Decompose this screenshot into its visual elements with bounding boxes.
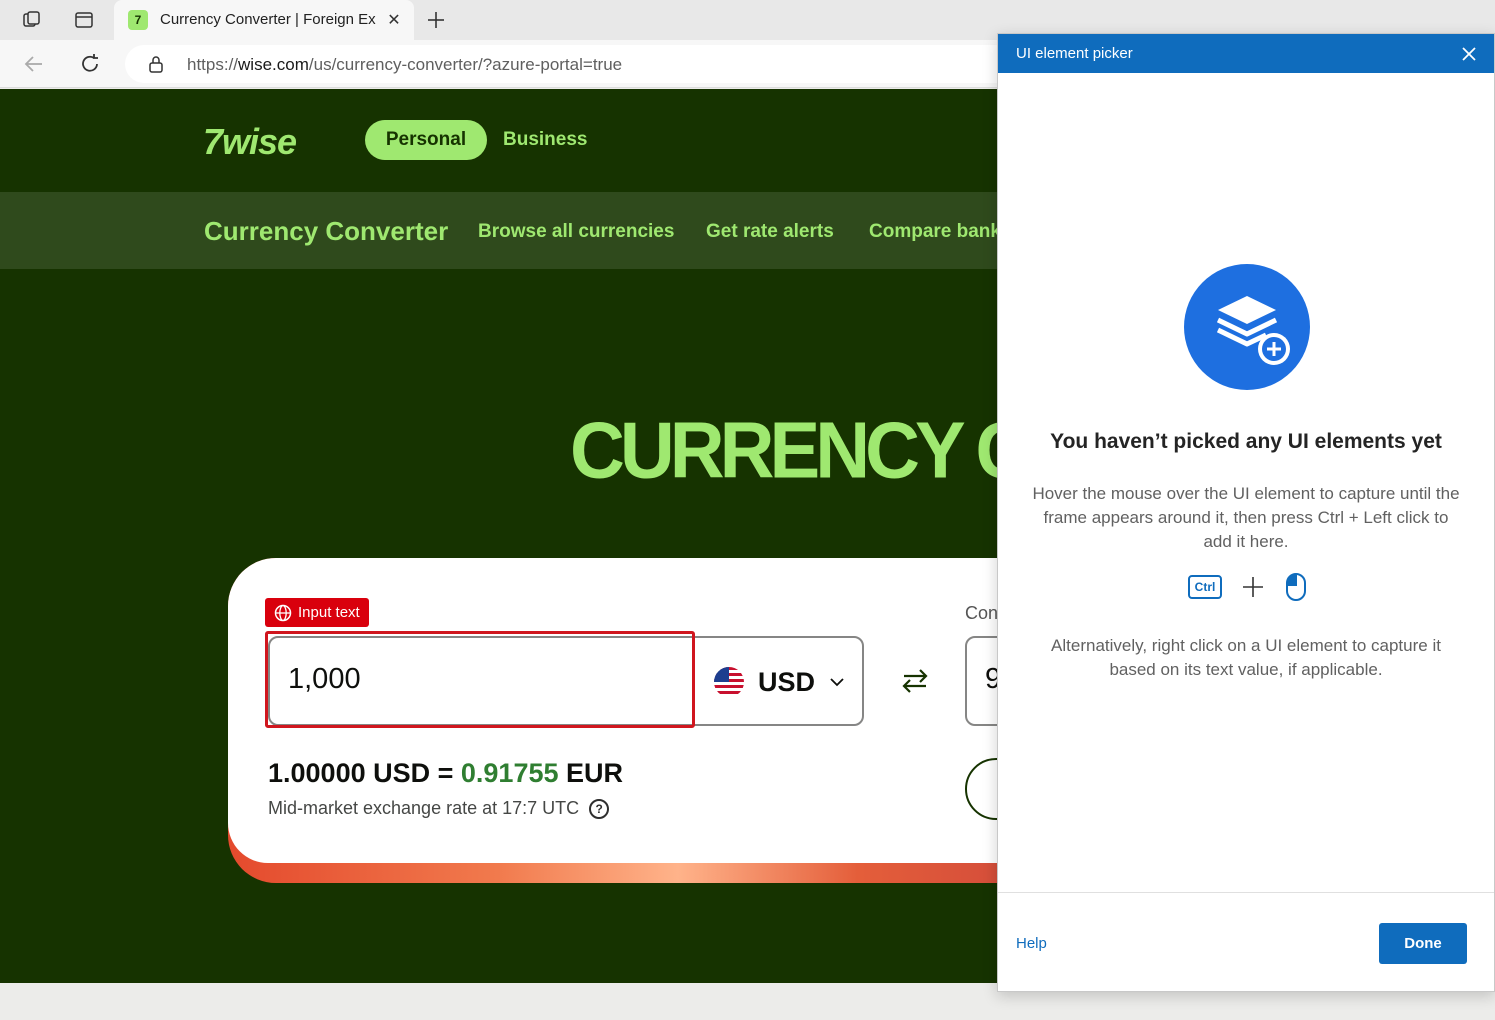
add-layers-icon xyxy=(1184,264,1310,390)
help-circle-icon[interactable]: ? xyxy=(589,798,610,819)
url-text: https://wise.com/us/currency-converter/?… xyxy=(187,55,622,75)
url-host: wise.com xyxy=(238,55,309,74)
exchange-rate: 1.00000 USD = 0.91755 EUR xyxy=(268,758,623,789)
rate-alerts-link[interactable]: Get rate alerts xyxy=(706,221,834,243)
url-path: /us/currency-converter/?azure-portal=tru… xyxy=(308,55,623,74)
rate-note: Mid-market exchange rate at 17:7 UTC ? xyxy=(268,798,610,819)
amount-input[interactable]: 1,000 xyxy=(288,663,361,696)
converted-to-label: Con xyxy=(965,603,999,623)
from-currency-code: USD xyxy=(758,666,816,697)
back-icon[interactable] xyxy=(20,50,48,78)
mouse-left-click-icon xyxy=(1286,573,1306,601)
ui-element-picker-panel: UI element picker You haven’t picked any… xyxy=(997,33,1495,992)
footer-divider xyxy=(998,892,1494,893)
nav-business-link[interactable]: Business xyxy=(503,129,587,151)
tab-currency-converter[interactable]: 7 Currency Converter | Foreign Exc ✕ xyxy=(114,0,414,40)
rate-left: 1.00000 USD = xyxy=(268,758,461,788)
done-button[interactable]: Done xyxy=(1379,923,1467,964)
picker-tag: Input text xyxy=(265,598,369,627)
rate-right: EUR xyxy=(558,758,624,788)
nav-personal-button[interactable]: Personal xyxy=(365,120,487,160)
url-prefix: https:// xyxy=(187,55,239,74)
tab-title: Currency Converter | Foreign Exc xyxy=(160,11,376,28)
alternative-description: Alternatively, right click on a UI eleme… xyxy=(1051,636,1441,679)
converter-card: Input text 1,000 USD Con 9 1.00000 USD =… xyxy=(228,558,1165,863)
swap-currencies-icon[interactable] xyxy=(900,666,930,696)
tab-actions-icon[interactable] xyxy=(70,6,98,34)
picker-title: UI element picker xyxy=(1016,45,1133,62)
converter-card-border: Input text 1,000 USD Con 9 1.00000 USD =… xyxy=(228,558,1165,883)
compare-bank-link[interactable]: Compare bank xyxy=(869,221,1001,243)
rate-value: 0.91755 xyxy=(460,758,559,788)
plus-icon xyxy=(1243,577,1263,597)
us-flag-icon xyxy=(714,667,744,697)
globe-icon xyxy=(274,604,292,621)
chevron-down-icon xyxy=(830,678,844,687)
shortcut-hint: Ctrl xyxy=(1188,570,1308,604)
browse-currencies-link[interactable]: Browse all currencies xyxy=(478,221,674,243)
subnav-title[interactable]: Currency Converter xyxy=(204,216,448,247)
address-bar[interactable]: https://wise.com/us/currency-converter/?… xyxy=(125,45,1125,83)
wise-logo[interactable]: 7wise xyxy=(203,121,297,163)
picker-tag-label: Input text xyxy=(298,604,360,621)
rate-note-text: Mid-market exchange rate at 17:7 UTC xyxy=(268,798,580,818)
empty-state-description: Hover the mouse over the UI element to c… xyxy=(1032,484,1460,551)
empty-state-title: You haven’t picked any UI elements yet xyxy=(1050,430,1442,453)
ctrl-key-icon: Ctrl xyxy=(1188,575,1222,599)
refresh-icon[interactable] xyxy=(76,50,104,78)
new-tab-icon[interactable] xyxy=(422,6,450,34)
close-tab-icon[interactable]: ✕ xyxy=(384,10,404,30)
close-icon[interactable] xyxy=(1458,43,1480,65)
picker-header: UI element picker xyxy=(998,34,1494,73)
workspaces-icon[interactable] xyxy=(18,6,46,34)
wise-favicon-icon: 7 xyxy=(128,10,148,30)
help-link[interactable]: Help xyxy=(1016,935,1047,952)
from-currency-select[interactable]: USD xyxy=(714,662,864,702)
lock-icon[interactable] xyxy=(147,55,165,73)
